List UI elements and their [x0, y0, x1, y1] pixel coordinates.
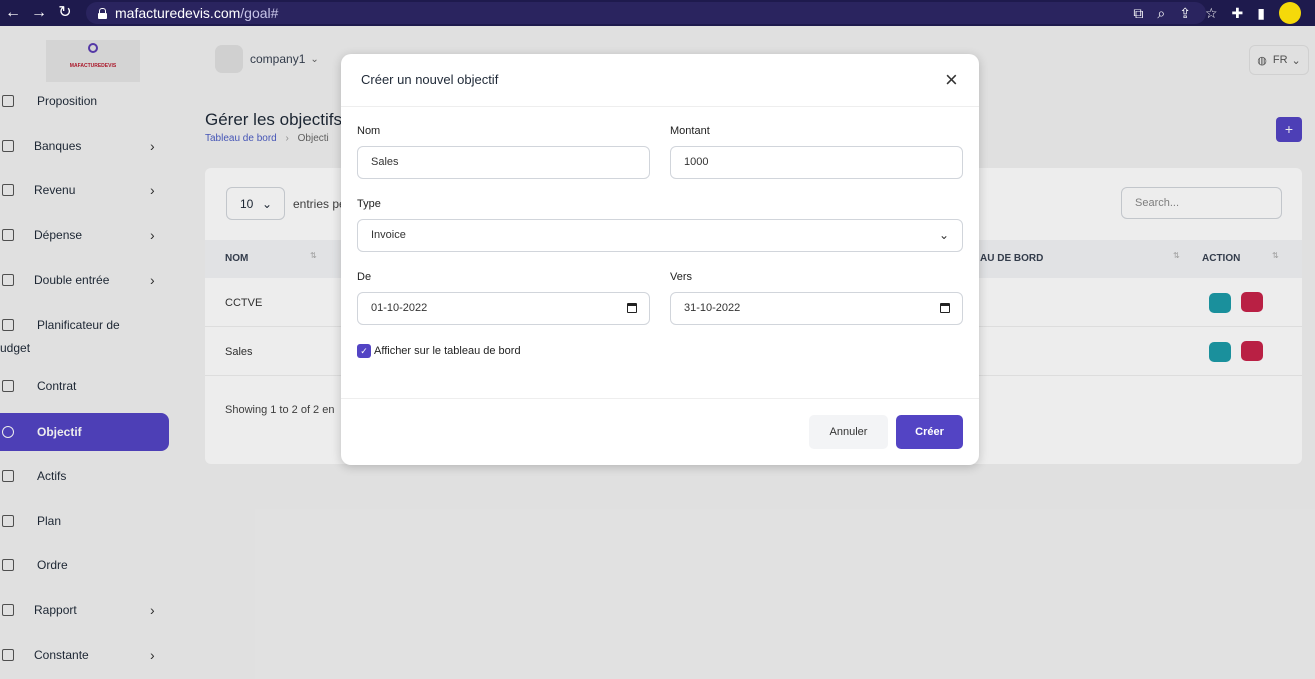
address-bar[interactable]: mafacturedevis.com/goal#: [86, 2, 1206, 24]
calendar-icon[interactable]: [627, 303, 637, 313]
de-label: De: [357, 271, 372, 283]
zoom-icon[interactable]: ⌕: [1157, 5, 1165, 22]
browser-toolbar: ⧉ ⌕ ⇪ ☆ ✚ ▮: [1133, 0, 1315, 26]
create-goal-modal: Créer un nouvel objectif × Nom Sales Mon…: [341, 54, 979, 465]
lock-icon: [98, 7, 107, 19]
de-date-input[interactable]: 01-10-2022: [357, 292, 650, 325]
vers-label: Vers: [670, 271, 693, 283]
profile-avatar[interactable]: [1279, 2, 1301, 24]
sidebar-toggle-icon[interactable]: ▮: [1257, 5, 1265, 22]
url-text: mafacturedevis.com/goal#: [115, 5, 279, 21]
calendar-icon[interactable]: [940, 303, 950, 313]
type-value: Invoice: [371, 229, 406, 241]
modal-title: Créer un nouvel objectif: [361, 72, 499, 87]
share-icon[interactable]: ⇪: [1179, 5, 1191, 22]
close-icon[interactable]: ×: [945, 69, 958, 91]
create-button[interactable]: Créer: [896, 415, 963, 449]
back-arrow-icon[interactable]: ←: [0, 0, 26, 26]
nom-input[interactable]: Sales: [357, 146, 650, 179]
modal-divider: [341, 398, 979, 399]
vers-date-input[interactable]: 31-10-2022: [670, 292, 963, 325]
type-label: Type: [357, 198, 381, 210]
show-on-dashboard-checkbox[interactable]: ✓: [357, 344, 371, 358]
checkbox-label[interactable]: Afficher sur le tableau de bord: [374, 345, 521, 357]
chevron-down-icon: ⌄: [938, 228, 949, 242]
modal-divider: [341, 106, 979, 107]
extensions-icon[interactable]: ✚: [1232, 5, 1244, 22]
vers-value: 31-10-2022: [684, 302, 741, 314]
nom-label: Nom: [357, 125, 381, 137]
star-icon[interactable]: ☆: [1205, 5, 1218, 22]
type-select[interactable]: Invoice ⌄: [357, 219, 963, 252]
forward-arrow-icon[interactable]: →: [26, 0, 52, 26]
translate-icon[interactable]: ⧉: [1133, 5, 1143, 22]
montant-label: Montant: [670, 125, 710, 137]
browser-bar: ← → ↻ mafacturedevis.com/goal# ⧉ ⌕ ⇪ ☆ ✚…: [0, 0, 1315, 26]
reload-icon[interactable]: ↻: [52, 0, 78, 26]
de-value: 01-10-2022: [371, 302, 428, 314]
cancel-button[interactable]: Annuler: [809, 415, 888, 449]
montant-input[interactable]: 1000: [670, 146, 963, 179]
